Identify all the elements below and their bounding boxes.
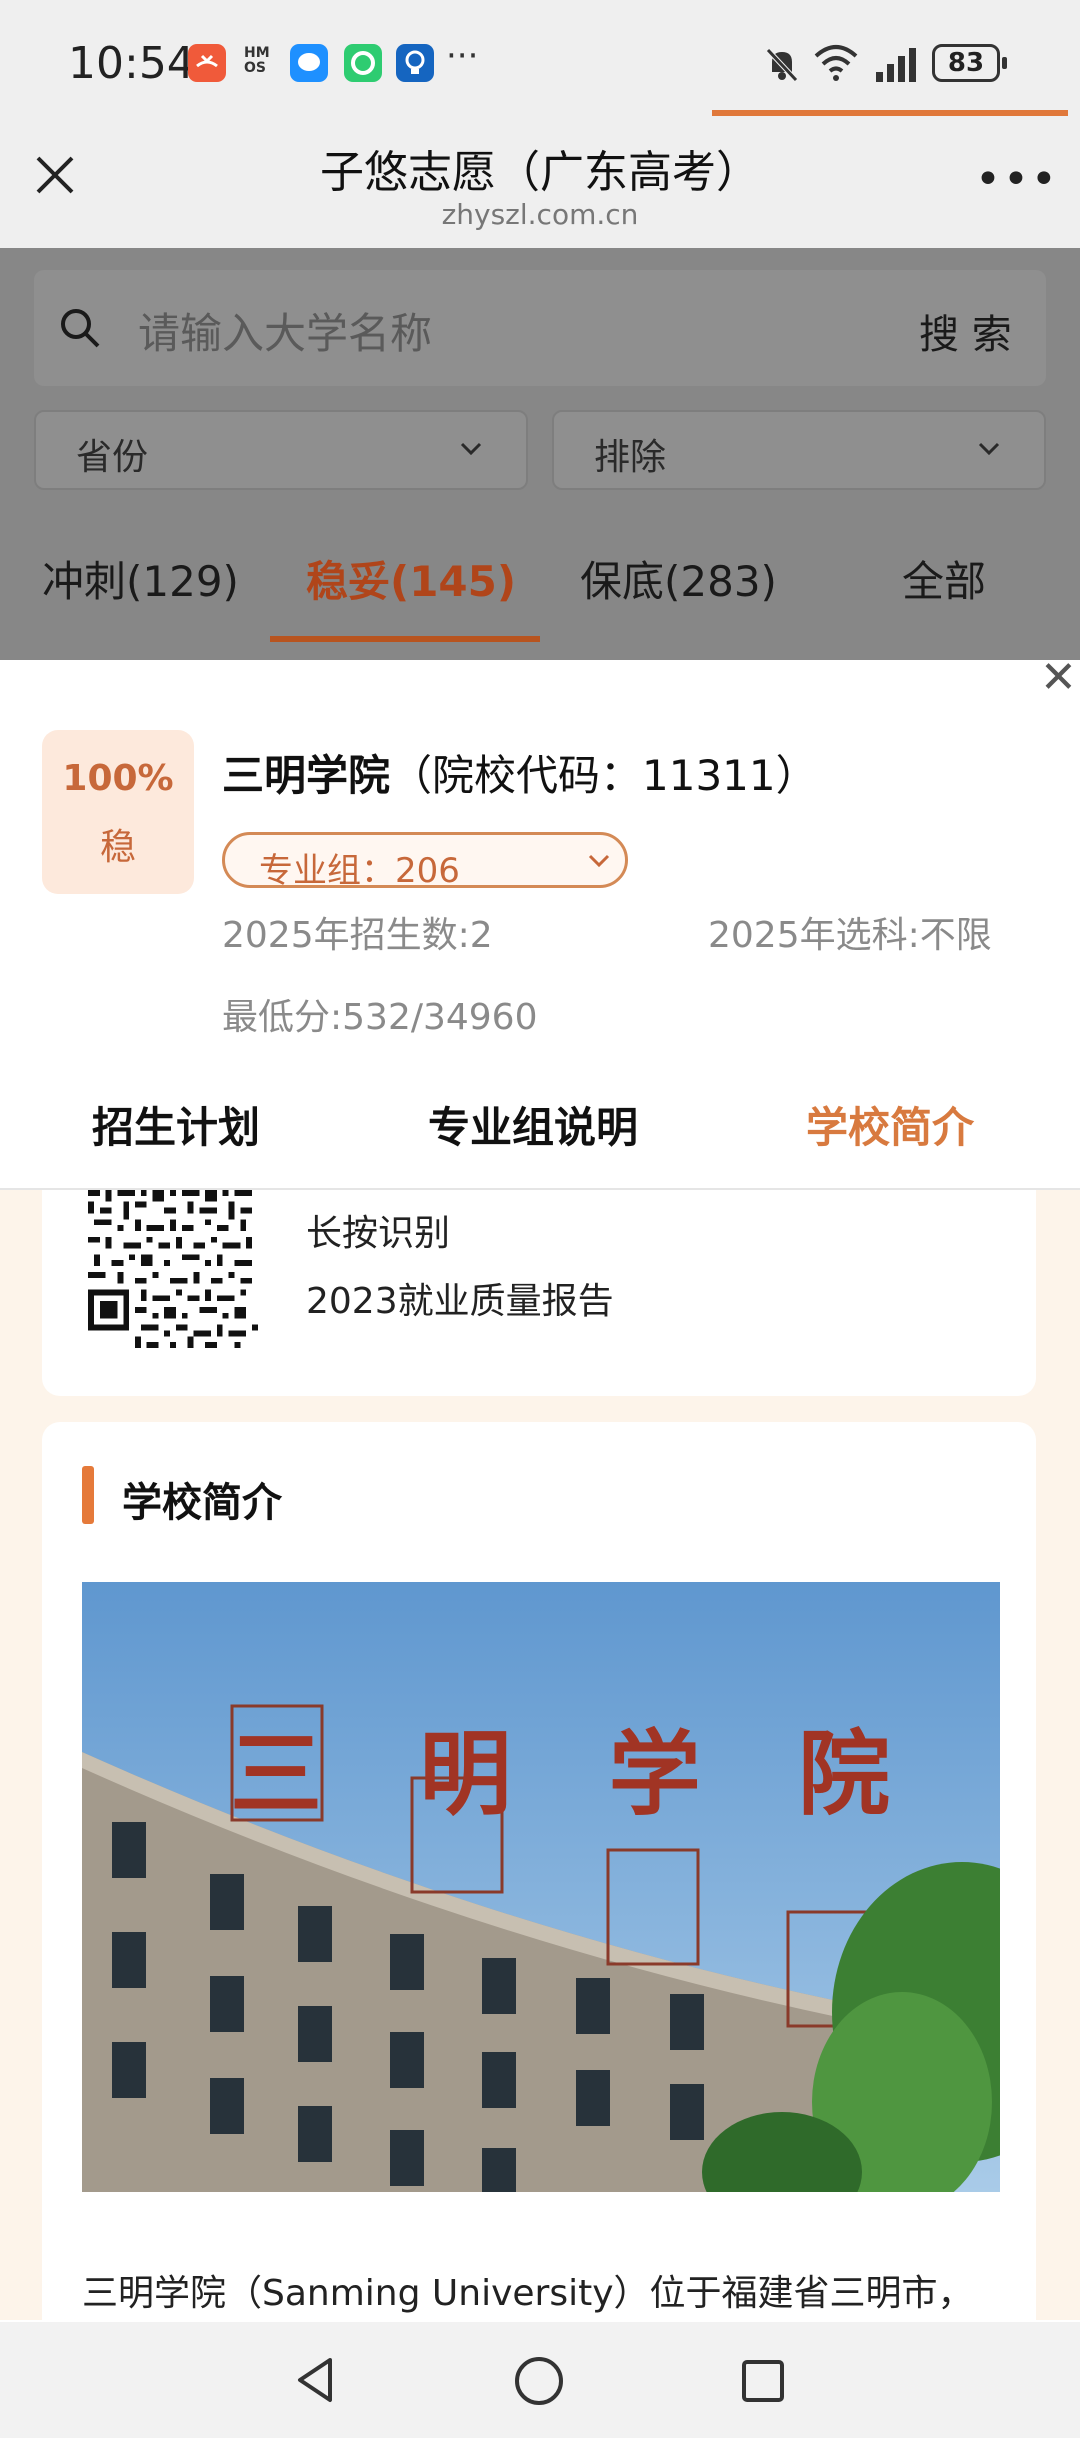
section-accent-bar (82, 1466, 94, 1524)
status-bar: 10:54 HM OS ··· 83 (0, 0, 1080, 120)
sheet-close-icon[interactable]: ✕ (1040, 652, 1077, 703)
system-nav-bar (0, 2322, 1080, 2438)
province-label: 省份 (76, 437, 149, 478)
status-time: 10:54 (68, 38, 195, 89)
recents-icon[interactable] (738, 2356, 788, 2406)
page-title: 子悠志愿（广东高考） (320, 147, 760, 198)
search-bar[interactable]: 请输入大学名称 搜 索 (34, 270, 1046, 386)
school-name-line: 三明学院（院校代码：11311） (222, 742, 818, 803)
qr-instruction: 长按识别 (306, 1213, 451, 1254)
tab-stable[interactable]: 稳妥(145) (306, 548, 516, 609)
signal-icon (874, 46, 920, 86)
search-button[interactable]: 搜 索 (919, 302, 1012, 360)
qr-code-image[interactable] (86, 1190, 260, 1348)
tab-sprint[interactable]: 冲刺(129) (42, 548, 239, 609)
exclude-label: 排除 (594, 437, 667, 478)
browser-title-bar: 子悠志愿（广东高考） zhyszl.com.cn ••• (0, 120, 1080, 248)
tab-safe[interactable]: 保底(283) (580, 548, 777, 609)
enroll-count: 2025年招生数:2 (222, 915, 493, 956)
active-tab-indicator (270, 636, 540, 642)
tab-enroll-plan[interactable]: 招生计划 (92, 1094, 260, 1155)
school-name: 三明学院 (222, 751, 391, 800)
more-notifications-icon: ··· (446, 36, 479, 76)
message-app-icon (290, 44, 328, 82)
qr-report-title: 2023就业质量报告 (306, 1281, 614, 1322)
section-title: 学校简介 (122, 1480, 282, 1526)
page-url: zhyszl.com.cn (441, 198, 639, 231)
tab-group-description[interactable]: 专业组说明 (428, 1094, 638, 1155)
probability-level: 稳 (99, 827, 136, 868)
home-icon[interactable] (512, 2354, 566, 2408)
major-group-label: 专业组：206 (259, 851, 460, 891)
more-menu-icon[interactable]: ••• (975, 154, 1059, 205)
min-score: 最低分:532/34960 (222, 997, 538, 1038)
call-missed-icon (188, 44, 226, 82)
intro-paragraph: 三明学院（Sanming University）位于福建省三明市， (82, 2273, 974, 2314)
chevron-down-icon (585, 847, 613, 875)
detail-tab-indicator (712, 110, 1068, 116)
tab-school-intro[interactable]: 学校简介 (806, 1094, 974, 1155)
chevron-down-icon (456, 434, 486, 464)
school-code: （院校代码：11311） (390, 751, 818, 800)
battery-indicator: 83 (932, 44, 1007, 82)
campus-photo[interactable]: 三明学院 (82, 1582, 1000, 2192)
exclude-select[interactable]: 排除 (552, 410, 1046, 490)
probability-value: 100% (62, 758, 174, 799)
back-icon[interactable] (290, 2354, 342, 2406)
lightbulb-app-icon (396, 44, 434, 82)
major-group-select[interactable]: 专业组：206 (222, 832, 628, 891)
wifi-icon (812, 40, 860, 88)
hms-icon: HM OS (244, 45, 270, 76)
province-select[interactable]: 省份 (34, 410, 528, 490)
detail-tabs: 招生计划 专业组说明 学校简介 (0, 1070, 1080, 1190)
mute-icon (762, 44, 802, 88)
chrome-app-icon (344, 44, 382, 82)
admission-probability-badge: 100% 稳 (42, 730, 194, 894)
subject-requirement: 2025年选科:不限 (708, 915, 992, 956)
search-icon (58, 306, 102, 350)
chevron-down-icon (974, 434, 1004, 464)
search-input[interactable]: 请输入大学名称 (138, 300, 432, 361)
tab-all[interactable]: 全部 (902, 548, 986, 609)
